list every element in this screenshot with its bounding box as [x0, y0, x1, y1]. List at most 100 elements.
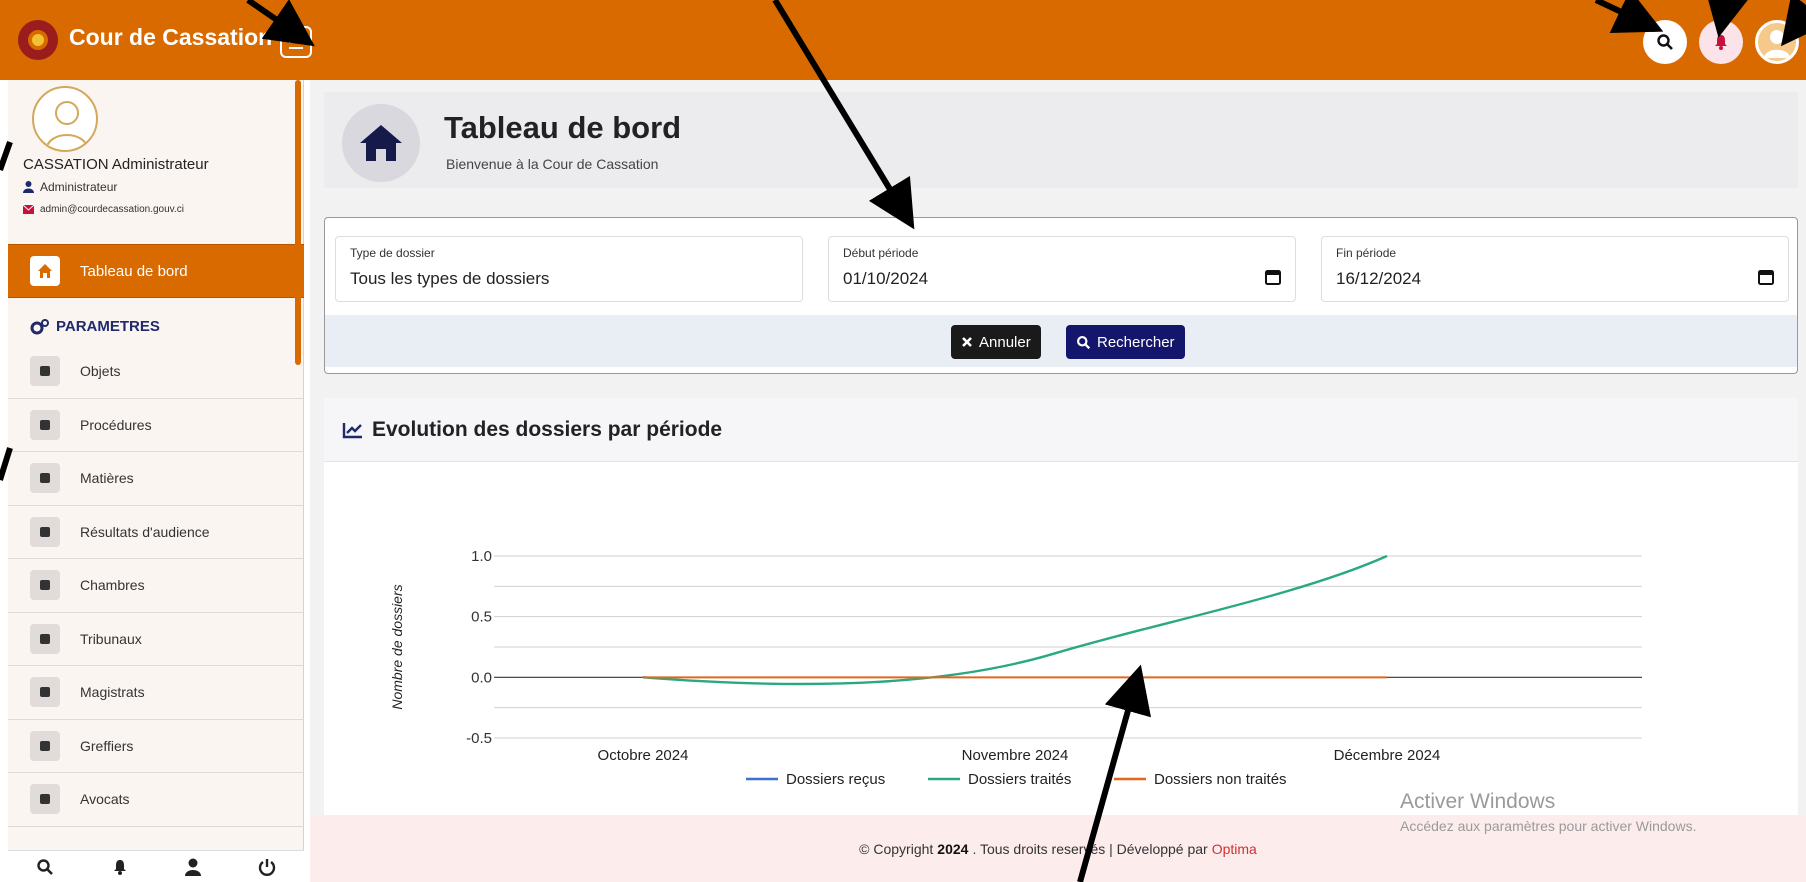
page-subtitle: Bienvenue à la Cour de Cassation	[446, 156, 659, 172]
search-submit-button[interactable]: Rechercher	[1066, 325, 1185, 359]
y-tick-label: 0.0	[471, 669, 492, 686]
y-tick-label: -0.5	[466, 730, 492, 747]
start-date-label: Début période	[843, 246, 919, 260]
footer-copyright: © Copyright	[859, 840, 934, 857]
footer-year: 2024	[937, 840, 969, 857]
search-icon	[1657, 34, 1673, 50]
legend-label: Dossiers reçus	[786, 771, 885, 788]
sidebar-item[interactable]: Résultats d'audience	[8, 506, 304, 559]
page: Cour de Cassation CASSATION Administrate…	[0, 0, 1806, 882]
brand-title: Cour de Cassation	[69, 24, 273, 50]
end-date-value: 16/12/2024	[1336, 269, 1422, 288]
sidebar-item-label: Objets	[80, 363, 121, 380]
sidebar-item[interactable]: Greffiers	[8, 720, 304, 773]
home-icon	[342, 104, 420, 182]
search-label: Rechercher	[1097, 333, 1175, 351]
user-menu-button[interactable]	[1755, 20, 1799, 64]
watermark-subtitle: Accédez aux paramètres pour activer Wind…	[1400, 818, 1697, 834]
search-icon[interactable]	[36, 858, 54, 876]
sidebar-item-label: Greffiers	[80, 737, 134, 754]
search-button[interactable]	[1643, 20, 1687, 64]
line-chart-icon	[342, 422, 362, 438]
page-title: Tableau de bord	[444, 110, 682, 145]
user-role: Administrateur	[23, 180, 117, 194]
sidebar-item-label: Tribunaux	[80, 630, 142, 647]
home-icon	[30, 256, 60, 286]
menu-toggle-button[interactable]	[280, 26, 312, 58]
profile-avatar	[32, 86, 98, 152]
search-icon	[1077, 335, 1091, 349]
start-date-value: 01/10/2024	[843, 269, 929, 288]
sidebar-nav-list: Objets Procédures Matières Résultats d'audi…	[8, 345, 304, 827]
x-tick-label: Novembre 2024	[962, 747, 1069, 764]
legend-label: Dossiers traités	[968, 771, 1071, 788]
person-icon	[23, 181, 34, 193]
chart-title: Evolution des dossiers par période	[372, 417, 723, 441]
watermark-title: Activer Windows	[1400, 790, 1556, 813]
judge-icon	[30, 677, 60, 708]
sidebar-item-label: Procédures	[80, 416, 152, 433]
sidebar-item[interactable]: Procédures	[8, 399, 304, 452]
user-icon[interactable]	[185, 858, 202, 876]
court-logo-icon	[18, 20, 58, 60]
sidebar-item-label: Tableau de bord	[80, 262, 188, 280]
main-content: Tableau de bord Bienvenue à la Cour de C…	[310, 80, 1806, 882]
sidebar-scrollbar[interactable]	[295, 80, 301, 365]
sidebar-item[interactable]: Chambres	[8, 559, 304, 613]
bell-icon	[1715, 35, 1727, 50]
user-name: CASSATION Administrateur	[23, 156, 209, 173]
user-avatar-icon	[1764, 30, 1790, 58]
end-date-label: Fin période	[1336, 246, 1397, 260]
scale-icon	[30, 623, 60, 654]
notifications-button[interactable]	[1699, 20, 1743, 64]
power-icon[interactable]	[258, 858, 276, 876]
gavel-icon	[30, 516, 60, 547]
legend-label: Dossiers non traités	[1154, 771, 1287, 788]
filter-panel: Type de dossier Tous les types de dossie…	[324, 217, 1798, 374]
close-icon	[962, 337, 972, 347]
y-tick-label: 0.5	[471, 609, 492, 626]
sidebar-item[interactable]: Objets	[8, 345, 304, 399]
type-dossier-select[interactable]: Type de dossier Tous les types de dossie…	[335, 236, 803, 302]
footer-developer-link[interactable]: Optima	[1212, 841, 1257, 857]
cancel-button[interactable]: Annuler	[951, 325, 1041, 359]
filter-actions-bar: Annuler Rechercher	[325, 315, 1797, 367]
sidebar-item-label: Avocats	[80, 791, 130, 808]
clerk-icon	[30, 730, 60, 761]
user-email-label: admin@courdecassation.gouv.ci	[40, 204, 184, 215]
target-icon	[30, 356, 60, 387]
cancel-label: Annuler	[979, 333, 1031, 351]
windows-activation-watermark: Activer Windows Accédez aux paramètres p…	[1400, 790, 1696, 834]
folder-icon	[30, 463, 60, 494]
user-role-label: Administrateur	[40, 180, 118, 194]
calendar-icon[interactable]	[1265, 269, 1281, 285]
section-title: PARAMETRES	[56, 318, 160, 335]
type-dossier-value: Tous les types de dossiers	[350, 269, 550, 288]
start-date-field[interactable]: Début période 01/10/2024	[828, 236, 1296, 302]
sidebar-item-label: Matières	[80, 470, 134, 487]
y-axis-label: Nombre de dossiers	[389, 584, 405, 709]
end-date-field[interactable]: Fin période 16/12/2024	[1321, 236, 1789, 302]
envelope-icon	[23, 205, 34, 214]
y-tick-label: 1.0	[471, 548, 492, 565]
sidebar-bottom-bar	[8, 850, 304, 882]
sidebar-item[interactable]: Tribunaux	[8, 613, 304, 666]
calendar-icon[interactable]	[1758, 269, 1774, 285]
footer-rights: . Tous droits reservés | Développé par	[972, 840, 1208, 857]
bell-icon[interactable]	[111, 858, 129, 876]
sidebar-item[interactable]: Matières	[8, 452, 304, 506]
sidebar-item-label: Magistrats	[80, 684, 145, 701]
sidebar-item-label: Résultats d'audience	[80, 523, 210, 540]
section-parametres: PARAMETRES	[30, 318, 160, 335]
building-icon	[30, 570, 60, 601]
sidebar-item-label: Chambres	[80, 577, 145, 594]
series-line-dossiers-traites	[642, 554, 1388, 686]
sidebar-item-dashboard[interactable]: Tableau de bord	[8, 244, 304, 298]
user-silhouette-icon	[45, 101, 89, 150]
sidebar-item[interactable]: Magistrats	[8, 666, 304, 720]
user-email: admin@courdecassation.gouv.ci	[23, 204, 184, 215]
sidebar-item[interactable]: Avocats	[8, 773, 304, 827]
page-header: Tableau de bord Bienvenue à la Cour de C…	[324, 92, 1798, 188]
chart-header: Evolution des dossiers par période	[324, 398, 1798, 462]
lawyer-icon	[30, 784, 60, 815]
